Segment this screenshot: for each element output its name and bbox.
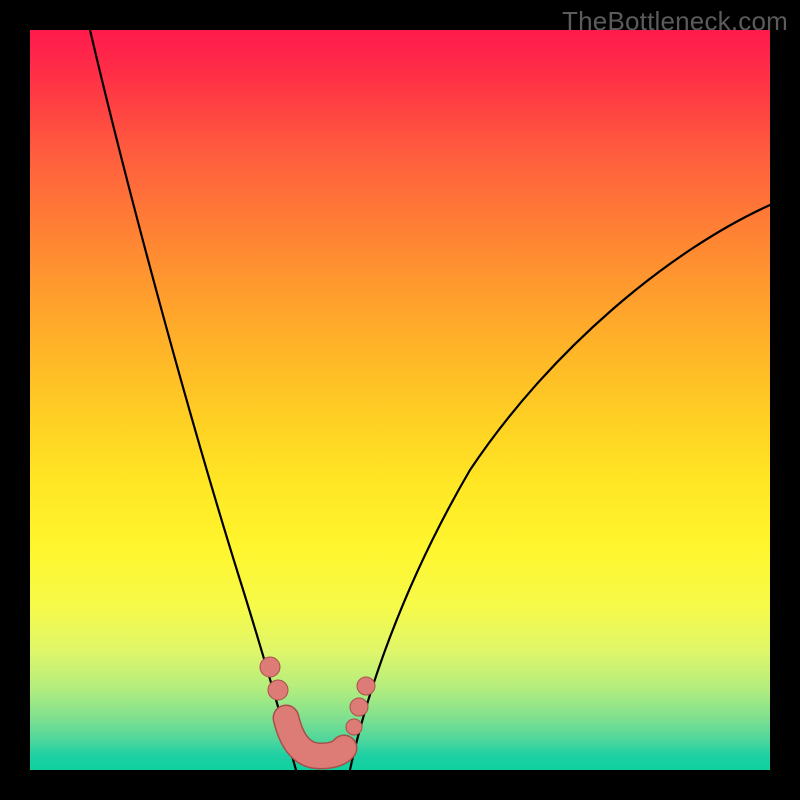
left-bead-lower — [268, 680, 288, 700]
chart-frame — [30, 30, 770, 770]
right-bead-mid — [350, 698, 368, 716]
right-curve — [350, 205, 770, 770]
right-bead-upper — [357, 677, 375, 695]
left-bead-upper — [260, 657, 280, 677]
right-bead-lower — [346, 719, 362, 735]
chart-svg — [30, 30, 770, 770]
watermark-text: TheBottleneck.com — [562, 6, 788, 37]
bottom-link — [286, 718, 344, 756]
